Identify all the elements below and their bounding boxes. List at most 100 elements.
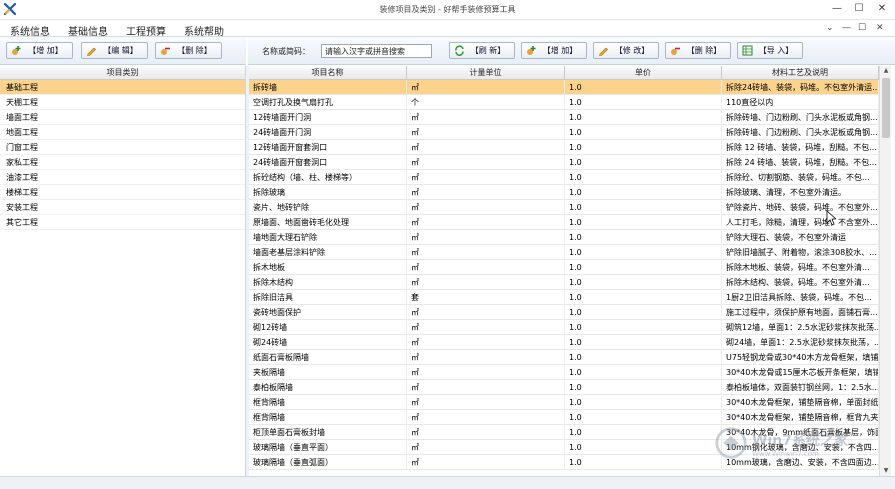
table-row[interactable]: 拆砖墙㎡ 1.0 拆除24砖墙、装袋，码堆。不包室外清运... — [249, 80, 879, 95]
cell-price: 1.0 — [565, 200, 722, 215]
watermark-logo-icon — [715, 427, 747, 459]
item-delete-label: 【删 除】 — [686, 46, 722, 55]
table-row[interactable]: 泰柏板隔墙㎡ 1.0 泰柏板墙体，双面装钉钢丝网，1：2.5水... — [249, 380, 879, 395]
category-item[interactable]: 其它工程 — [0, 215, 245, 230]
table-row[interactable]: 24砖墙面开门洞㎡ 1.0 拆除砖墙、门边粉刷、门头水泥板或角钢... — [249, 125, 879, 140]
cell-unit: ㎡ — [407, 380, 565, 395]
cell-price: 1.0 — [565, 95, 722, 110]
table-row[interactable]: 24砖墙面开窗套洞口㎡ 1.0 拆除 24 砖墙、装袋，码堆，刮糙。不包... — [249, 155, 879, 170]
cell-price: 1.0 — [565, 290, 722, 305]
category-item[interactable]: 安装工程 — [0, 200, 245, 215]
table-row[interactable]: 砌12砖墙㎡ 1.0 砌筑12墙，单面1：2.5水泥砂浆抹灰批荡... — [249, 320, 879, 335]
table-row[interactable]: 12砖墙面开窗套洞口㎡ 1.0 拆除 12 砖墙、装袋，码堆，刮糙。不包... — [249, 140, 879, 155]
cell-name: 纸面石膏板隔墙 — [249, 350, 407, 365]
cell-unit: ㎡ — [407, 185, 565, 200]
mouse-cursor-icon — [826, 210, 836, 226]
mdi-dropdown-icon[interactable]: ⌄ — [826, 23, 834, 33]
scroll-up-icon[interactable]: ▲ — [880, 66, 892, 76]
table-row[interactable]: 纸面石膏板隔墙㎡ 1.0 U75轻钢龙骨或30*40木方龙骨框架，填铺... — [249, 350, 879, 365]
item-modify-button[interactable]: 【修 改】 — [593, 42, 659, 59]
minimize-button[interactable]: — — [828, 2, 846, 16]
close-button[interactable]: ✕ — [873, 2, 891, 16]
table-row[interactable]: 墙面老基层涂料铲除㎡ 1.0 铲除旧墙腻子、附着物，滚涂308胶水、... — [249, 245, 879, 260]
spreadsheet-icon — [742, 45, 753, 56]
cell-description: 拆除木地板、装袋，码堆。不包室外清... — [722, 260, 879, 275]
category-item[interactable]: 门窗工程 — [0, 140, 245, 155]
table-row[interactable]: 瓷片、地砖铲除㎡ 1.0 铲除瓷片、地砖、装袋，码堆。不包室外... — [249, 200, 879, 215]
table-row[interactable]: 原墙面、地面凿砖毛化处理㎡ 1.0 人工打毛，除糙，清理，码堆，不含室外... — [249, 215, 879, 230]
cell-description: 人工打毛，除糙，清理，码堆，不含室外... — [722, 215, 879, 230]
category-item[interactable]: 墙面工程 — [0, 110, 245, 125]
cell-name: 24砖墙面开窗套洞口 — [249, 155, 407, 170]
delete-icon — [161, 47, 170, 55]
maximize-button[interactable]: ☐ — [850, 2, 868, 16]
mdi-minimize-button[interactable]: — — [842, 23, 851, 33]
cell-name: 框背隔墙 — [249, 395, 407, 410]
menu-system-help[interactable]: 系统帮助 — [184, 23, 224, 38]
table-row[interactable]: 夹板隔墙㎡ 1.0 30*40木龙骨或15厘木芯板开条框架，填铺... — [249, 365, 879, 380]
cell-unit: ㎡ — [407, 455, 565, 470]
category-item[interactable]: 基础工程 — [0, 80, 245, 95]
category-item[interactable]: 楼梯工程 — [0, 185, 245, 200]
category-delete-label: 【删 除】 — [177, 46, 212, 55]
table-row[interactable]: 墙地面大理石铲除㎡ 1.0 铲除大理石、装袋，不包室外清运 — [249, 230, 879, 245]
table-row[interactable]: 砌24砖墙㎡ 1.0 砌24墙，单面1：2.5水泥砂浆抹灰批荡，... — [249, 335, 879, 350]
menu-system-info[interactable]: 系统信息 — [10, 23, 50, 38]
column-header-name[interactable]: 项目名称 — [249, 66, 407, 80]
category-item[interactable]: 油漆工程 — [0, 170, 245, 185]
cell-price: 1.0 — [565, 245, 722, 260]
menu-project-budget[interactable]: 工程预算 — [126, 23, 166, 38]
table-row[interactable]: 框背隔墙㎡ 1.0 30*40木龙骨框架，铺垫隔音棉，框背九夹... — [249, 410, 879, 425]
category-item[interactable]: 地面工程 — [0, 125, 245, 140]
item-add-label: 【增 加】 — [542, 46, 578, 55]
table-row[interactable]: 框背隔墙㎡ 1.0 30*40木龙骨框架，铺垫隔音棉，单面封纸... — [249, 395, 879, 410]
table-row[interactable]: 瓷砖地面保护㎡ 1.0 施工过程中，须保护原有地面，面铺石膏... — [249, 305, 879, 320]
table-row[interactable]: 空调打孔及换气扇打孔个 1.0 110直径以内 — [249, 95, 879, 110]
category-item[interactable]: 天棚工程 — [0, 95, 245, 110]
table-row[interactable]: 拆除玻璃㎡ 1.0 拆除玻璃、清理，不包室外清运。 — [249, 185, 879, 200]
cell-unit: ㎡ — [407, 335, 565, 350]
column-header-description[interactable]: 材料工艺及说明 — [722, 66, 879, 80]
column-header-unit[interactable]: 计量单位 — [407, 66, 565, 80]
import-button[interactable]: 【导 入】 — [737, 42, 803, 59]
cell-name: 瓷片、地砖铲除 — [249, 200, 407, 215]
cell-description: 施工过程中，须保护原有地面，面铺石膏... — [722, 305, 879, 320]
mdi-close-button[interactable]: ✕ — [876, 23, 884, 33]
cell-price: 1.0 — [565, 170, 722, 185]
refresh-button[interactable]: 【刷 新】 — [449, 42, 515, 59]
table-row[interactable]: 12砖墙面开门洞㎡ 1.0 拆除砖墙、门边粉刷、门头水泥板或角钢... — [249, 110, 879, 125]
scroll-down-icon[interactable]: ▼ — [880, 466, 892, 476]
cell-unit: ㎡ — [407, 125, 565, 140]
cell-name: 瓷砖地面保护 — [249, 305, 407, 320]
table-row[interactable]: 拆除旧洁具套 1.0 1厨2卫旧洁具拆除、装袋，码堆。不包... — [249, 290, 879, 305]
mdi-restore-button[interactable]: ☐ — [858, 23, 866, 33]
cell-price: 1.0 — [565, 455, 722, 470]
item-add-button[interactable]: 【增 加】 — [521, 42, 587, 59]
table-row[interactable]: 拆除木结构㎡ 1.0 拆除木结构、装袋，码堆。不包室外清... — [249, 275, 879, 290]
grid-scrollbar[interactable]: ▲ ▼ — [879, 66, 891, 476]
column-header-price[interactable]: 单价 — [565, 66, 722, 80]
scroll-thumb[interactable] — [882, 78, 890, 138]
cell-description: U75轻钢龙骨或30*40木方龙骨框架，填铺... — [722, 350, 879, 365]
table-row[interactable]: 拆木地板㎡ 1.0 拆除木地板、装袋，码堆。不包室外清... — [249, 260, 879, 275]
cell-price: 1.0 — [565, 395, 722, 410]
category-add-button[interactable]: 【增 加】 — [6, 42, 73, 59]
cell-price: 1.0 — [565, 185, 722, 200]
cell-name: 24砖墙面开门洞 — [249, 125, 407, 140]
cell-name: 砌12砖墙 — [249, 320, 407, 335]
cell-unit: ㎡ — [407, 170, 565, 185]
search-input[interactable] — [321, 44, 432, 58]
cell-name: 拆除旧洁具 — [249, 290, 407, 305]
category-item[interactable]: 家私工程 — [0, 155, 245, 170]
pencil-icon — [599, 47, 608, 56]
cell-unit: ㎡ — [407, 140, 565, 155]
item-delete-button[interactable]: 【删 除】 — [665, 42, 731, 59]
menu-basic-info[interactable]: 基础信息 — [68, 23, 108, 38]
pencil-icon — [87, 47, 96, 56]
category-delete-button[interactable]: 【删 除】 — [155, 42, 222, 59]
table-row[interactable]: 拆砼结构（墙、柱、楼梯等）㎡ 1.0 拆除砼、切割钢筋、装袋，码堆。不包... — [249, 170, 879, 185]
cell-name: 玻璃隔墙（垂直弧面） — [249, 455, 407, 470]
refresh-label: 【刷 新】 — [470, 46, 506, 55]
cell-price: 1.0 — [565, 380, 722, 395]
category-edit-button[interactable]: 【编 辑】 — [81, 42, 148, 59]
